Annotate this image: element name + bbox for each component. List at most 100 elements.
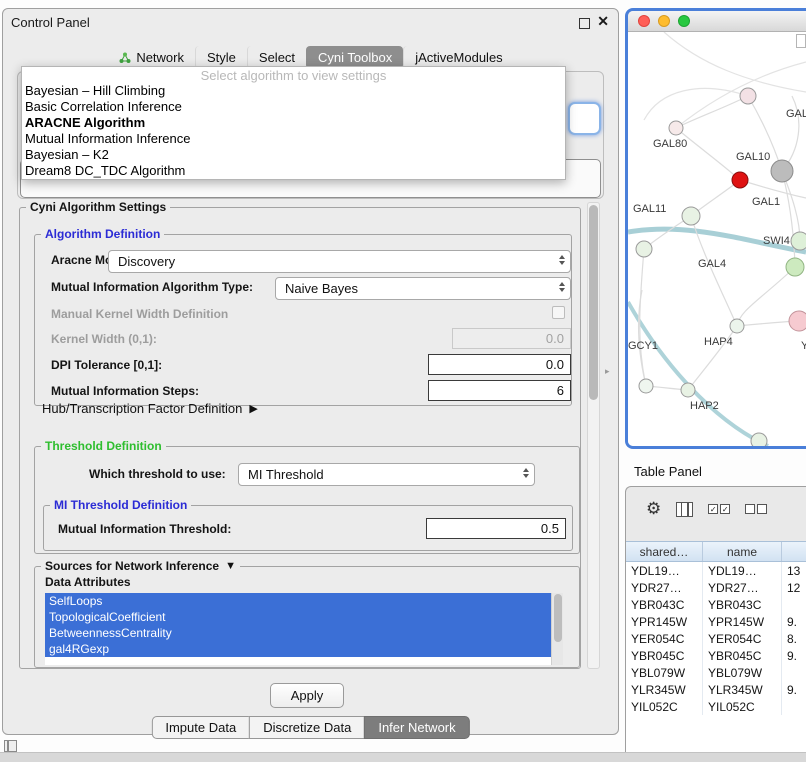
network-node-label: HAP2 (690, 400, 719, 412)
sources-group: Sources for Network Inference ▼ Data Att… (34, 566, 580, 668)
attributes-scrollbar[interactable] (551, 593, 563, 665)
attribute-item[interactable]: gal4RGexp (45, 641, 551, 657)
apply-button[interactable]: Apply (270, 683, 344, 708)
network-edge[interactable] (676, 128, 740, 180)
aracne-mode-select[interactable]: Discovery (108, 250, 571, 273)
network-canvas[interactable]: GAL80GAL10GAL11GAL1SWI4GAL4GCY1HAP4HAP2G… (628, 32, 806, 446)
network-node[interactable] (740, 88, 756, 104)
network-node-label: GAL80 (653, 138, 687, 150)
network-icon (119, 52, 131, 64)
table-cell: YBR045C (626, 647, 703, 664)
table-header[interactable]: shared…name (626, 541, 806, 562)
network-node[interactable] (682, 207, 700, 225)
table-row[interactable]: YER054CYER054C8. (626, 630, 806, 647)
table-cell: YIL052C (703, 698, 782, 715)
mi-threshold-input[interactable]: 0.5 (426, 518, 566, 539)
table-header-cell[interactable]: name (703, 542, 782, 561)
network-node[interactable] (789, 311, 806, 331)
panel-dock-icon[interactable] (4, 740, 17, 752)
network-node[interactable] (751, 433, 767, 446)
manual-kernel-checkbox[interactable] (552, 306, 565, 319)
network-node[interactable] (786, 258, 804, 276)
network-node[interactable] (730, 319, 744, 333)
network-edge[interactable] (640, 249, 646, 386)
minimize-traffic-light[interactable] (658, 15, 670, 27)
network-edge[interactable] (628, 302, 768, 446)
network-node[interactable] (681, 383, 695, 397)
table-cell: YLR345W (703, 681, 782, 698)
table-row[interactable]: YDL19…YDL19…13 (626, 562, 806, 579)
table-row[interactable]: YBL079WYBL079W (626, 664, 806, 681)
algorithm-option[interactable]: Bayesian – K2 (22, 147, 565, 163)
focused-button[interactable] (568, 102, 601, 135)
table-row[interactable]: YBR043CYBR043C (626, 596, 806, 613)
attribute-item[interactable]: BetweennessCentrality (45, 625, 551, 641)
network-edge[interactable] (737, 267, 795, 326)
which-threshold-select[interactable]: MI Threshold (238, 463, 535, 486)
float-panel-icon[interactable] (579, 18, 590, 29)
attribute-item[interactable]: TopologicalCoefficient (45, 609, 551, 625)
table-cell: YLR345W (626, 681, 703, 698)
table-cell: YER054C (703, 630, 782, 647)
bottom-tab-infer-network[interactable]: Infer Network (364, 716, 469, 739)
network-node[interactable] (669, 121, 683, 135)
algorithm-option[interactable]: Basic Correlation Inference (22, 99, 565, 115)
sources-group-title[interactable]: Sources for Network Inference ▼ (41, 559, 240, 573)
table-cell (782, 596, 806, 613)
network-node[interactable] (771, 160, 793, 182)
gear-icon[interactable]: ⚙ (646, 499, 661, 519)
aracne-mode-value: Discovery (118, 254, 175, 269)
mi-threshold-definition-title: MI Threshold Definition (50, 498, 191, 512)
attribute-item[interactable]: SelfLoops (45, 593, 551, 609)
network-node[interactable] (791, 232, 806, 250)
which-threshold-value: MI Threshold (248, 467, 324, 482)
table-row[interactable]: YBR045CYBR045C9. (626, 647, 806, 664)
algorithm-option[interactable]: Dream8 DC_TDC Algorithm (22, 163, 565, 179)
table-cell (782, 664, 806, 681)
network-edge[interactable] (676, 96, 748, 128)
algorithm-option[interactable]: Mutual Information Inference (22, 131, 565, 147)
settings-scrollbar[interactable] (587, 202, 600, 669)
table-cell: YDR27… (703, 579, 782, 596)
network-node[interactable] (639, 379, 653, 393)
table-row[interactable]: YPR145WYPR145W9. (626, 613, 806, 630)
mi-threshold-value: 0.5 (541, 521, 559, 536)
table-row[interactable]: YIL052CYIL052C (626, 698, 806, 715)
table-header-cell[interactable]: shared… (626, 542, 703, 561)
network-node[interactable] (636, 241, 652, 257)
attributes-list[interactable]: SelfLoopsTopologicalCoefficientBetweenne… (45, 593, 563, 665)
table-cell: YBL079W (703, 664, 782, 681)
table-row[interactable]: YDR27…YDR27…12 (626, 579, 806, 596)
network-edge[interactable] (664, 32, 806, 92)
scrollbar-thumb[interactable] (554, 594, 562, 642)
network-node[interactable] (732, 172, 748, 188)
mi-steps-input[interactable]: 6 (428, 380, 571, 401)
hub-tf-section-toggle[interactable]: Hub/Transcription Factor Definition ▶ (42, 401, 258, 416)
network-window-titlebar[interactable] (628, 11, 806, 32)
table-header-cell[interactable] (782, 542, 806, 561)
table-cell: YPR145W (703, 613, 782, 630)
table-row[interactable]: YLR345WYLR345W9. (626, 681, 806, 698)
mi-type-select[interactable]: Naive Bayes (275, 277, 571, 300)
network-edge[interactable] (782, 171, 795, 267)
network-node-label: GAL11 (633, 203, 666, 215)
bottom-tab-bar: Impute DataDiscretize DataInfer Network (151, 716, 469, 739)
kernel-width-label: Kernel Width (0,1): (51, 332, 157, 346)
algorithm-option[interactable]: Bayesian – Hill Climbing (22, 83, 565, 99)
scrollbar-thumb[interactable] (589, 205, 598, 400)
dpi-tolerance-input[interactable]: 0.0 (428, 354, 571, 375)
zoom-traffic-light[interactable] (678, 15, 690, 27)
network-edge[interactable] (644, 88, 748, 120)
algorithm-definition-group: Algorithm Definition Aracne Mode: Discov… (34, 234, 572, 406)
column-selector-icon[interactable] (676, 502, 693, 517)
deselect-all-rows-icon[interactable] (745, 504, 767, 514)
bottom-tab-impute-data[interactable]: Impute Data (151, 716, 250, 739)
bottom-tab-discretize-data[interactable]: Discretize Data (249, 716, 365, 739)
table-cell: YBR043C (626, 596, 703, 613)
canvas-corner-button[interactable] (796, 34, 806, 48)
algorithm-option[interactable]: ARACNE Algorithm (22, 115, 565, 131)
close-panel-icon[interactable]: ✕ (597, 13, 609, 30)
splitter-arrow-icon[interactable]: ▸ (605, 366, 610, 377)
close-traffic-light[interactable] (638, 15, 650, 27)
select-all-rows-icon[interactable]: ✓✓ (708, 504, 730, 514)
